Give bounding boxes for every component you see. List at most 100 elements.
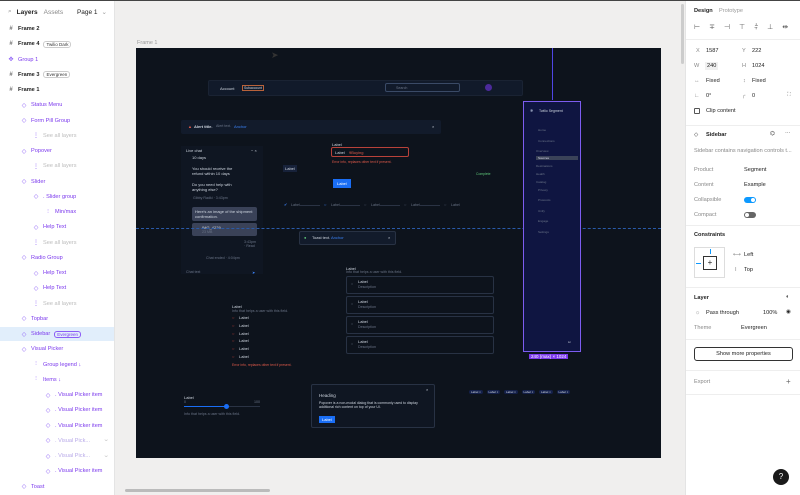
sidebar-item[interactable]: Catalog xyxy=(536,180,546,184)
layer-row[interactable]: ◇ Visual Picker xyxy=(0,342,114,356)
chat-input[interactable]: Chat text xyxy=(186,270,200,274)
component-name[interactable]: Sidebar xyxy=(706,132,727,138)
frame-label[interactable]: Frame 1 xyxy=(137,40,157,46)
form-pill[interactable]: Label × xyxy=(556,390,571,394)
layer-row[interactable]: ◇ . Slider group xyxy=(0,190,114,204)
form-pill[interactable]: Label × xyxy=(521,390,536,394)
sidebar-component[interactable]: ✱ Twilio Segment Home Connections Overview… xyxy=(523,101,581,352)
layer-row[interactable]: # Frame 3 Evergreen xyxy=(0,68,114,82)
slider-thumb[interactable] xyxy=(223,404,229,409)
form-pill[interactable]: Label × xyxy=(504,390,518,394)
step-label[interactable]: Label xyxy=(411,203,420,207)
account-selector[interactable]: Account xyxy=(220,86,234,91)
tab-design[interactable]: Design xyxy=(694,8,713,14)
layer-row[interactable]: ⋮ See all layers xyxy=(0,236,114,250)
layer-row[interactable]: ◇ Topbar xyxy=(0,312,114,326)
radio-button[interactable]: ○ xyxy=(232,354,234,359)
sidebar-item[interactable]: Destinations xyxy=(536,164,553,168)
tab-layers[interactable]: Layers xyxy=(17,9,38,16)
eye-icon[interactable]: ◉ xyxy=(786,309,791,315)
form-pill[interactable]: Label × xyxy=(539,390,553,394)
horizontal-scrollbar[interactable] xyxy=(125,489,270,492)
sidebar-item[interactable]: Engage xyxy=(538,219,548,223)
step-label[interactable]: Label xyxy=(291,203,300,207)
layer-row[interactable]: ◇ Slider xyxy=(0,175,114,189)
layer-row[interactable]: ◇ Help Text xyxy=(0,281,114,295)
layer-row[interactable]: ◇ Radio Group xyxy=(0,251,114,265)
alert-link[interactable]: Anchor xyxy=(234,124,247,129)
layer-row[interactable]: ◇ . Visual Pick... ⌣ xyxy=(0,449,114,463)
layer-row[interactable]: ◇ Popover xyxy=(0,144,114,158)
close-icon[interactable]: × xyxy=(388,235,390,240)
sidebar-item[interactable]: Protocols xyxy=(538,198,551,202)
toast-link[interactable]: Anchor xyxy=(331,235,344,240)
collapse-icon[interactable]: ⊟ xyxy=(568,340,571,344)
form-pill[interactable]: Label × xyxy=(486,390,501,394)
x-input[interactable]: 1587 xyxy=(706,48,718,54)
sidebar-item[interactable]: Settings xyxy=(538,230,549,234)
toggle-collapsible[interactable] xyxy=(744,197,756,203)
layer-row[interactable]: ⋮ See all layers xyxy=(0,297,114,311)
radio-button[interactable]: ○ xyxy=(232,331,234,336)
page-selector[interactable]: Page 1 xyxy=(77,9,98,16)
hidden-icon[interactable]: ⌣ xyxy=(104,437,108,444)
step-label[interactable]: Label xyxy=(371,203,380,207)
status-menu[interactable]: Complete xyxy=(476,172,491,176)
independent-corners-icon[interactable]: ⛶ xyxy=(787,92,791,99)
layer-row[interactable]: # Frame 4 Twilio Dark xyxy=(0,37,114,51)
layer-row[interactable]: ◇ Sidebar Evergreen xyxy=(0,327,114,341)
layer-row[interactable]: ✥ Group 1 xyxy=(0,53,114,67)
add-export-icon[interactable]: + xyxy=(786,377,791,386)
layer-row[interactable]: # Frame 1 xyxy=(0,83,114,97)
popover-button[interactable]: Label xyxy=(319,416,335,423)
layer-row[interactable]: ⫶ Min/max xyxy=(0,205,114,219)
layer-row[interactable]: ◇ . Visual Picker item xyxy=(0,388,114,402)
close-icon[interactable]: × xyxy=(426,387,428,392)
layer-mode-icon[interactable]: ◐ xyxy=(786,294,789,300)
constraints-widget[interactable]: + xyxy=(694,247,725,278)
clip-content-checkbox[interactable] xyxy=(694,108,700,114)
detach-icon[interactable]: ⌬ xyxy=(770,131,775,137)
w-input[interactable]: 240 xyxy=(705,62,719,70)
help-button[interactable]: ? xyxy=(773,469,789,485)
send-icon[interactable]: ➤ xyxy=(252,270,255,275)
layer-row[interactable]: # Frame 2 xyxy=(0,22,114,36)
radius-input[interactable]: 0 xyxy=(752,93,755,99)
step-label[interactable]: Label xyxy=(331,203,340,207)
opacity-input[interactable]: 100% xyxy=(763,310,777,316)
layer-row[interactable]: ◇ . Visual Picker item xyxy=(0,419,114,433)
horizontal-sizing[interactable]: Fixed xyxy=(706,78,720,84)
frame-1[interactable]: Account Subaccount Search ▲ Alert title.… xyxy=(136,48,661,458)
blend-mode-select[interactable]: Pass through xyxy=(706,310,739,316)
more-icon[interactable]: ⋯ xyxy=(785,131,791,137)
primary-button[interactable]: Label xyxy=(333,179,351,188)
input-value[interactable]: 9Buying xyxy=(349,150,363,155)
rotation-input[interactable]: 0° xyxy=(706,93,711,99)
form-pill[interactable]: Label × xyxy=(469,390,483,394)
horizontal-constraint[interactable]: Left xyxy=(744,252,753,258)
sidebar-item[interactable]: Connections xyxy=(538,139,555,143)
close-icon[interactable]: − × xyxy=(251,148,257,153)
step-label[interactable]: Label xyxy=(451,203,460,207)
h-input[interactable]: 1024 xyxy=(752,63,764,69)
search-icon[interactable]: ⌕ xyxy=(8,8,12,16)
layer-row[interactable]: ◇ . Visual Picker item xyxy=(0,403,114,417)
radio-button[interactable]: ○ xyxy=(232,315,234,320)
layer-row[interactable]: ⫶ Items ↓ xyxy=(0,373,114,387)
sidebar-item[interactable]: Overview xyxy=(536,149,549,153)
sidebar-item[interactable]: Home xyxy=(538,128,546,132)
close-icon[interactable]: × xyxy=(432,124,434,129)
sidebar-item[interactable]: Unify xyxy=(538,209,545,213)
layer-row[interactable]: ◇ Status Menu xyxy=(0,98,114,112)
sidebar-item[interactable]: Privacy xyxy=(538,188,548,192)
toggle-compact[interactable] xyxy=(744,212,756,218)
tab-assets[interactable]: Assets xyxy=(44,9,64,16)
radio-button[interactable]: ○ xyxy=(232,323,234,328)
property-value-select[interactable]: Example xyxy=(744,182,766,188)
property-value-select[interactable]: Segment xyxy=(744,167,766,173)
y-input[interactable]: 222 xyxy=(752,48,761,54)
tab-prototype[interactable]: Prototype xyxy=(719,8,743,14)
layer-row[interactable]: ⫶ Group legend ↓ xyxy=(0,358,114,372)
avatar[interactable] xyxy=(485,84,492,91)
layer-row[interactable]: ◇ . Visual Picker item xyxy=(0,464,114,478)
